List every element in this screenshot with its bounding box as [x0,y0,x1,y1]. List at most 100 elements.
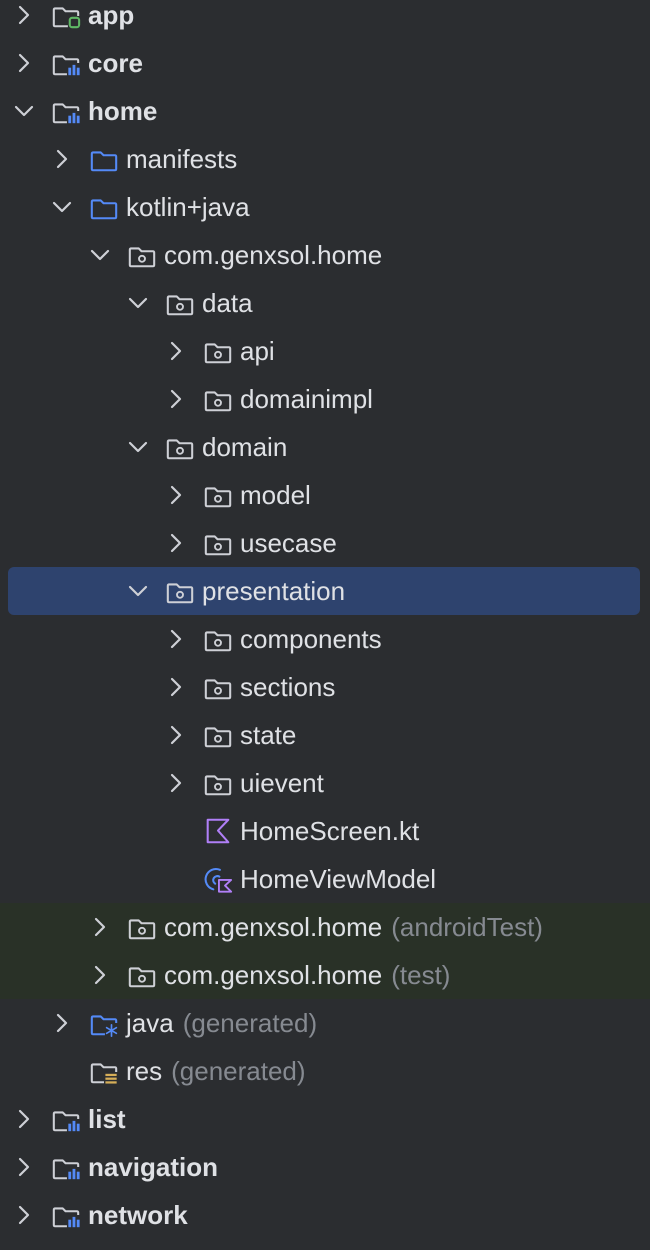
tree-row-model[interactable]: model [0,471,650,519]
tree-row-components[interactable]: components [0,615,650,663]
tree-row-label: res (generated) [126,1047,306,1095]
chevron-right-icon[interactable] [166,773,186,793]
tree-row-label: api [240,327,275,375]
tree-row-navigation[interactable]: navigation [0,1143,650,1191]
tree-row-kotlin-java[interactable]: kotlin+java [0,183,650,231]
tree-row-java-generated[interactable]: java (generated) [0,999,650,1047]
node-name: navigation [88,1152,219,1182]
tree-row-label: kotlin+java [126,183,250,231]
tree-row-label: components [240,615,382,663]
node-name: com.genxsol.home [164,960,383,990]
tree-row-state[interactable]: state [0,711,650,759]
node-name: com.genxsol.home [164,240,383,270]
tree-row-label: domain [202,423,287,471]
tree-row-label: app [88,0,134,39]
chevron-right-icon[interactable] [166,533,186,553]
tree-row-app[interactable]: app [0,0,650,39]
tree-row-presentation[interactable]: presentation [0,567,650,615]
tree-row-res-generated[interactable]: res (generated) [0,1047,650,1095]
module-library-icon [51,97,81,125]
chevron-right-icon[interactable] [14,53,34,73]
chevron-right-icon[interactable] [166,341,186,361]
node-name: home [88,96,158,126]
tree-row-label: com.genxsol.home [164,231,382,279]
node-name: kotlin+java [126,192,250,222]
node-name: presentation [202,576,346,606]
tree-row-list[interactable]: list [0,1095,650,1143]
tree-row-label: usecase [240,519,337,567]
tree-row-network[interactable]: network [0,1191,650,1239]
tree-row-homescreen-kt[interactable]: HomeScreen.kt [0,807,650,855]
chevron-right-icon[interactable] [166,677,186,697]
node-name: model [240,480,311,510]
package-icon [203,337,233,365]
chevron-right-icon[interactable] [90,917,110,937]
tree-row-com-genxsol-home-test[interactable]: com.genxsol.home (test) [0,951,650,999]
tree-row-label: com.genxsol.home (test) [164,951,450,999]
node-name: list [88,1104,126,1134]
chevron-down-icon[interactable] [52,197,72,217]
module-library-icon [51,1201,81,1229]
tree-row-com-genxsol-home[interactable]: com.genxsol.home [0,231,650,279]
tree-row-label: uievent [240,759,324,807]
package-icon [203,385,233,413]
chevron-down-icon[interactable] [128,437,148,457]
tree-row-com-genxsol-home-androidtest[interactable]: com.genxsol.home (androidTest) [0,903,650,951]
package-icon [203,769,233,797]
module-library-icon [51,1105,81,1133]
tree-row-domain[interactable]: domain [0,423,650,471]
chevron-right-icon[interactable] [166,389,186,409]
chevron-right-icon[interactable] [14,1205,34,1225]
chevron-right-icon[interactable] [14,5,34,25]
tree-row-uievent[interactable]: uievent [0,759,650,807]
tree-row-data[interactable]: data [0,279,650,327]
chevron-right-icon[interactable] [166,485,186,505]
tree-row-domainimpl[interactable]: domainimpl [0,375,650,423]
package-icon [127,961,157,989]
chevron-right-icon[interactable] [52,149,72,169]
chevron-right-icon[interactable] [90,965,110,985]
tree-row-label: java (generated) [126,999,317,1047]
chevron-down-icon[interactable] [128,293,148,313]
module-android-icon [51,1,81,29]
tree-row-core[interactable]: core [0,39,650,87]
node-name: network [88,1200,188,1230]
node-name: domain [202,432,288,462]
node-name: HomeScreen.kt [240,816,420,846]
node-name: usecase [240,528,337,558]
package-icon [203,481,233,509]
package-icon [203,625,233,653]
node-name: components [240,624,382,654]
node-name: core [88,48,143,78]
chevron-right-icon[interactable] [14,1157,34,1177]
package-icon [203,721,233,749]
tree-row-homeviewmodel[interactable]: HomeViewModel [0,855,650,903]
package-icon [165,433,195,461]
chevron-down-icon[interactable] [14,101,34,121]
node-name: state [240,720,297,750]
tree-row-label: core [88,39,143,87]
tree-row-home[interactable]: home [0,87,650,135]
node-name: res [126,1056,163,1086]
tree-row-usecase[interactable]: usecase [0,519,650,567]
chevron-down-icon[interactable] [90,245,110,265]
chevron-down-icon[interactable] [128,581,148,601]
project-tree: app core home manifests kotlin+java com.genxs… [0,0,650,1250]
tree-row-sections[interactable]: sections [0,663,650,711]
chevron-right-icon[interactable] [166,725,186,745]
node-name: HomeViewModel [240,864,437,894]
node-suffix: (androidTest) [391,912,543,942]
package-icon [203,529,233,557]
node-name: api [240,336,275,366]
tree-row-api[interactable]: api [0,327,650,375]
node-name: app [88,0,135,30]
tree-row-label: manifests [126,135,237,183]
chevron-right-icon[interactable] [14,1109,34,1129]
tree-row-label: network [88,1191,188,1239]
node-name: sections [240,672,336,702]
kotlin-class-icon [203,865,233,893]
tree-row-manifests[interactable]: manifests [0,135,650,183]
chevron-right-icon[interactable] [52,1013,72,1033]
module-library-icon [51,49,81,77]
chevron-right-icon[interactable] [166,629,186,649]
